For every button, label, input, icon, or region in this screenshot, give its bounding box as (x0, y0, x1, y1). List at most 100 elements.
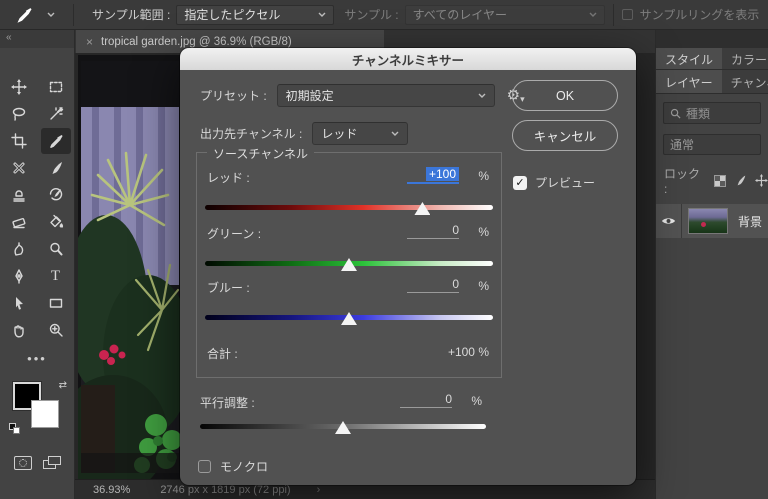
green-channel-slider[interactable] (205, 258, 493, 271)
layer-filter-search[interactable]: 種類 (663, 102, 761, 124)
red-unit: % (478, 169, 489, 183)
chevron-down-icon (391, 131, 399, 136)
smudge-tool-icon[interactable] (4, 236, 34, 262)
eye-icon (661, 218, 676, 224)
zoom-level-field[interactable]: 36.93% (93, 484, 130, 496)
edit-toolbar-icon[interactable]: ••• (0, 351, 74, 366)
blue-unit: % (478, 279, 489, 293)
path-select-tool-icon[interactable] (4, 290, 34, 316)
output-channel-label: 出力先チャンネル : (200, 127, 303, 141)
healing-brush-tool-icon[interactable] (4, 155, 34, 181)
green-channel-label: グリーン : (207, 227, 262, 241)
swap-colors-icon[interactable]: ⇄ (59, 380, 67, 391)
constant-block: 平行調整 : 0 % (200, 392, 486, 434)
lock-move-icon[interactable] (755, 174, 768, 187)
close-icon[interactable]: × (86, 35, 93, 49)
sample-select[interactable]: すべてのレイヤー (404, 4, 605, 25)
sample-label: サンプル : (344, 8, 399, 22)
red-channel-slider[interactable] (205, 202, 493, 215)
tab-channels[interactable]: チャンネル (721, 70, 768, 93)
tab-color[interactable]: カラー (722, 48, 768, 69)
status-chevron-icon[interactable]: › (317, 484, 321, 496)
eyedropper-icon[interactable] (16, 6, 33, 23)
chevron-down-icon (589, 12, 597, 17)
red-channel-value[interactable]: +100 (407, 167, 459, 184)
preview-checkbox[interactable]: ✓ (513, 175, 527, 190)
total-label: 合計 : (207, 347, 238, 361)
right-panel: スタイル カラー レイヤー チャンネル 種類 通常 ロック : 背景 (655, 30, 768, 499)
source-channels-group: ソースチャンネル レッド : +100 % グリーン : 0 % ブルー : 0… (196, 145, 502, 378)
history-brush-tool-icon[interactable] (41, 182, 71, 208)
monochrome-label: モノクロ (220, 460, 269, 474)
crop-tool-icon[interactable] (4, 128, 34, 154)
clone-stamp-tool-icon[interactable] (4, 182, 34, 208)
chevron-down-icon (318, 12, 326, 17)
document-image[interactable] (58, 55, 193, 495)
panel-collapse-button[interactable]: « (0, 30, 74, 48)
layer-name: 背景 (738, 214, 763, 229)
shape-tool-icon[interactable] (41, 290, 71, 316)
monochrome-checkbox[interactable] (198, 460, 211, 473)
sample-range-label: サンプル範囲 : (92, 8, 171, 22)
layer-row-background[interactable]: 背景 (656, 204, 768, 238)
output-channel-select[interactable]: レッド (312, 122, 409, 145)
sample-range-select[interactable]: 指定したピクセル (176, 4, 335, 25)
constant-unit: % (471, 394, 482, 408)
ok-button[interactable]: OK (512, 80, 618, 111)
dialog-title[interactable]: チャンネルミキサー (180, 48, 636, 70)
document-size-info: 2746 px x 1819 px (72 ppi) (160, 483, 291, 496)
tab-styles[interactable]: スタイル (656, 48, 723, 69)
eyedropper-tool-icon[interactable] (40, 128, 71, 154)
layer-visibility-toggle[interactable] (656, 204, 682, 238)
constant-slider[interactable] (200, 421, 486, 434)
chevron-down-icon[interactable] (47, 12, 55, 17)
quick-mask-icon[interactable] (13, 456, 32, 470)
zoom-tool-icon[interactable] (41, 317, 71, 343)
sample-ring-checkbox[interactable] (621, 9, 633, 20)
document-title: tropical garden.jpg @ 36.9% (RGB/8) (101, 35, 292, 48)
paint-bucket-tool-icon[interactable] (41, 209, 71, 235)
blue-slider-thumb[interactable] (341, 312, 357, 325)
lock-paint-icon[interactable] (734, 174, 747, 187)
green-channel-value[interactable]: 0 (407, 223, 459, 239)
preset-label: プリセット : (200, 89, 267, 103)
divider (612, 3, 614, 26)
lock-label: ロック : (664, 167, 701, 196)
tool-grid: T (0, 74, 74, 343)
lasso-tool-icon[interactable] (4, 101, 34, 127)
blue-channel-value[interactable]: 0 (407, 277, 459, 293)
lock-transparency-icon[interactable] (714, 174, 727, 187)
green-slider-thumb[interactable] (341, 258, 357, 271)
preview-label: プレビュー (535, 176, 596, 190)
layer-thumbnail[interactable] (688, 208, 728, 234)
dodge-tool-icon[interactable] (41, 236, 71, 262)
brush-tool-icon[interactable] (41, 155, 71, 181)
panel-top-strip (656, 30, 768, 48)
lock-row: ロック : (664, 165, 768, 196)
screen-mode-icon[interactable] (42, 456, 61, 470)
background-color-swatch[interactable] (31, 400, 59, 428)
blue-channel-slider[interactable] (205, 312, 493, 325)
preset-select[interactable]: 初期設定 (276, 84, 495, 107)
constant-value[interactable]: 0 (400, 392, 452, 408)
blend-mode-select[interactable]: 通常 (663, 134, 761, 155)
constant-label: 平行調整 : (200, 396, 255, 410)
tab-layers[interactable]: レイヤー (656, 70, 722, 93)
channel-mixer-dialog: チャンネルミキサー プリセット : 初期設定 ⚙▾ 出力先チャンネル : レッド… (180, 48, 636, 485)
hand-tool-icon[interactable] (4, 317, 34, 343)
move-tool-icon[interactable] (4, 74, 34, 100)
options-bar: サンプル範囲 : 指定したピクセル サンプル : すべてのレイヤー サンプルリン… (0, 0, 768, 30)
type-tool-icon[interactable]: T (41, 263, 71, 289)
tropical-garden-photo (58, 55, 193, 495)
search-icon (670, 108, 681, 119)
source-channels-legend: ソースチャンネル (207, 145, 315, 162)
pen-tool-icon[interactable] (4, 263, 34, 289)
red-slider-thumb[interactable] (414, 202, 431, 215)
cancel-button[interactable]: キャンセル (512, 120, 618, 151)
eraser-tool-icon[interactable] (4, 209, 34, 235)
magic-wand-tool-icon[interactable] (41, 101, 71, 127)
marquee-tool-icon[interactable] (41, 74, 71, 100)
red-channel-label: レッド : (207, 171, 250, 185)
default-colors-icon[interactable] (9, 423, 21, 434)
constant-slider-thumb[interactable] (335, 421, 351, 434)
